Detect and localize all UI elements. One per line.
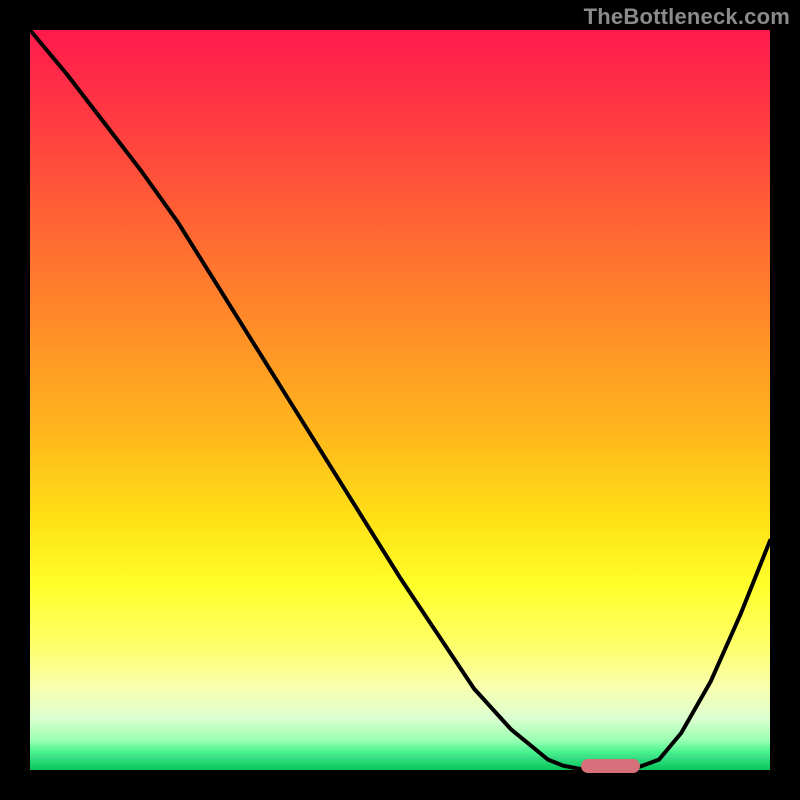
bottleneck-curve xyxy=(30,30,770,770)
chart-stage: TheBottleneck.com xyxy=(0,0,800,800)
plot-area xyxy=(30,30,770,770)
curve-svg xyxy=(30,30,770,770)
watermark-text: TheBottleneck.com xyxy=(584,4,790,30)
optimal-range-marker xyxy=(581,759,640,773)
